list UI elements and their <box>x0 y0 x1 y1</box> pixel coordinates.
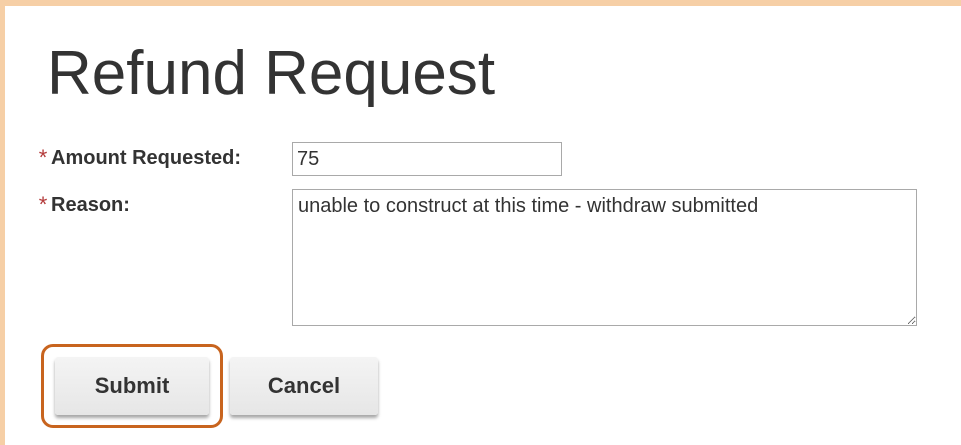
reason-row: * Reason: <box>35 191 130 219</box>
reason-textarea[interactable]: unable to construct at this time - withd… <box>292 189 917 326</box>
amount-requested-label: Amount Requested: <box>51 147 241 169</box>
cancel-button[interactable]: Cancel <box>230 357 378 415</box>
amount-requested-input[interactable] <box>292 142 562 176</box>
submit-button[interactable]: Submit <box>55 357 209 415</box>
page-title: Refund Request <box>47 39 496 108</box>
reason-label: Reason: <box>51 194 130 216</box>
amount-requested-row: * Amount Requested: <box>35 144 241 172</box>
required-marker: * <box>38 192 48 217</box>
refund-request-panel: Refund Request * Amount Requested: * Rea… <box>0 0 961 445</box>
required-marker: * <box>38 145 48 170</box>
